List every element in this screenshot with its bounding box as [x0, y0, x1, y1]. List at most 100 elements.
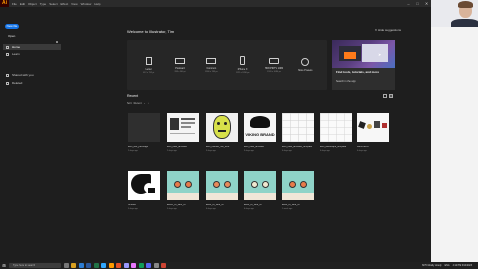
- recent-file[interactable]: Edits_AI_face_AI 6 days ago: [206, 171, 238, 216]
- trash-icon: [6, 81, 9, 85]
- recent-file[interactable]: Edits_AI_face_AI 6 days ago: [244, 171, 276, 216]
- preset-postcard[interactable]: Postcard 288 x 560 pt: [169, 57, 191, 73]
- recent-file[interactable]: Editor_AI_face_AI 5 days ago: [167, 171, 199, 216]
- promo-link[interactable]: Search in the app: [336, 80, 356, 83]
- edge-icon[interactable]: [78, 263, 84, 268]
- view-toggle: [383, 94, 393, 98]
- recent-file[interactable]: ai00_celeste_mill_time 3 days ago: [206, 113, 238, 158]
- photoshop-icon[interactable]: [101, 263, 106, 268]
- hide-suggestions-button[interactable]: ✕ Hide suggestions: [375, 28, 401, 32]
- more-icon: [301, 57, 310, 66]
- file-thumbnail: [206, 171, 238, 200]
- menu-bar: Ai File Edit Object Type Select Effect V…: [0, 0, 431, 7]
- sidebar-item-home[interactable]: Home: [3, 44, 61, 50]
- screen-icon: [206, 57, 217, 64]
- person-body: [451, 19, 478, 27]
- file-thumbnail: VIKING BRAND: [244, 113, 276, 142]
- app-icon[interactable]: [161, 263, 166, 268]
- home-content: Welcome to Illustrator, Tim ✕ Hide sugge…: [64, 7, 431, 262]
- sidebar: New file Open Home Learn Shared with you…: [0, 7, 64, 262]
- phone-icon: [240, 56, 246, 65]
- recent-file[interactable]: ai00_utah_artboard 2 days ago: [167, 113, 199, 158]
- weather-status[interactable]: 60°F Mostly cloudy: [422, 265, 441, 267]
- preset-iphone[interactable]: iPhone X 1125 x 2436 px: [232, 56, 254, 74]
- window-controls: – □ ✕: [404, 0, 431, 7]
- preset-hdtv[interactable]: HDV/HDTV 1080 1920 x 1080 px: [263, 57, 285, 73]
- app-icon[interactable]: [116, 263, 121, 268]
- file-thumbnail: [282, 171, 314, 200]
- welcome-title: Welcome to Illustrator, Tim: [127, 29, 175, 34]
- learn-icon: [6, 52, 9, 56]
- recent-file[interactable]: WESTERN 4 days ago: [357, 113, 389, 158]
- illustrator-taskbar-icon[interactable]: [108, 263, 114, 268]
- illustrator-logo: Ai: [0, 0, 9, 7]
- postcard-icon: [174, 57, 185, 64]
- menu-object[interactable]: Object: [28, 2, 37, 6]
- clock[interactable]: 4:12 PM 6/14/2023: [453, 265, 472, 267]
- file-thumbnail: [167, 113, 199, 142]
- sidebar-item-label: Learn: [12, 52, 20, 56]
- sidebar-item-label: Deleted: [12, 81, 23, 85]
- sidebar-item-shared[interactable]: Shared with you: [3, 72, 61, 78]
- file-thumbnail: [167, 171, 199, 200]
- menu-file[interactable]: File: [12, 2, 17, 6]
- chrome-icon[interactable]: [138, 263, 144, 268]
- sort-label: Sort: [127, 102, 132, 105]
- recent-file[interactable]: ai00_utah_artboard_template 4 days ago: [282, 113, 314, 158]
- file-thumbnail: [128, 171, 160, 200]
- maximize-button[interactable]: □: [413, 0, 422, 7]
- sidebar-item-label: Shared with you: [12, 73, 34, 77]
- recent-file[interactable]: ai00_test_pdfimage 2 days ago: [128, 113, 160, 158]
- illustrator-window: Ai File Edit Object Type Select Effect V…: [0, 0, 431, 262]
- app-icon[interactable]: [131, 263, 136, 268]
- close-button[interactable]: ✕: [422, 0, 431, 7]
- file-explorer-icon[interactable]: [71, 263, 76, 268]
- file-thumbnail: [282, 113, 314, 142]
- menu-effect[interactable]: Effect: [61, 2, 69, 6]
- menu-help[interactable]: Help: [94, 2, 100, 6]
- person-hair: [458, 1, 473, 8]
- file-thumbnail: [357, 113, 389, 142]
- sidebar-item-label: Home: [12, 45, 21, 49]
- recent-file[interactable]: Untitled 5 days ago: [128, 171, 160, 216]
- windows-start-icon[interactable]: ⊞: [0, 262, 8, 269]
- file-thumbnail: [244, 171, 276, 200]
- promo-image: ➤: [332, 40, 395, 68]
- promo-card[interactable]: ➤ Find tools, tutorials, and more Search…: [332, 40, 395, 90]
- sidebar-item-learn[interactable]: Learn: [3, 51, 61, 57]
- menu-type[interactable]: Type: [40, 2, 47, 6]
- sort-control[interactable]: Sort Recent ⌄ ↓: [127, 102, 149, 105]
- recent-file[interactable]: ai00_landscape_template 4 days ago: [320, 113, 352, 158]
- minimize-button[interactable]: –: [404, 0, 413, 7]
- app-icon[interactable]: [123, 263, 129, 268]
- app-icon[interactable]: [153, 263, 159, 268]
- file-thumbnail: [206, 113, 238, 142]
- menu-view[interactable]: View: [71, 2, 77, 6]
- list-view-icon[interactable]: [383, 94, 387, 98]
- word-icon[interactable]: [86, 263, 91, 268]
- recent-file[interactable]: VIKING BRAND ai00_utah_artboard 3 days a…: [244, 113, 276, 158]
- shared-icon: [6, 73, 9, 77]
- excel-icon[interactable]: [93, 263, 99, 268]
- promo-title: Find tools, tutorials, and more: [336, 70, 380, 74]
- preset-letter[interactable]: Letter 612 x 792 pt: [138, 56, 160, 74]
- taskbar-search-input[interactable]: Type here to search: [9, 263, 61, 268]
- menu-window[interactable]: Window: [81, 2, 92, 6]
- menu-edit[interactable]: Edit: [20, 2, 25, 6]
- sidebar-item-deleted[interactable]: Deleted: [3, 80, 61, 86]
- sort-value[interactable]: Recent: [134, 102, 142, 105]
- open-button[interactable]: Open: [8, 34, 15, 38]
- language-indicator[interactable]: ENG: [445, 265, 450, 267]
- document-icon: [145, 56, 152, 65]
- grid-view-icon[interactable]: [389, 94, 393, 98]
- chevron-down-icon: ⌄: [143, 102, 146, 105]
- task-view-icon[interactable]: [63, 263, 69, 268]
- recent-file[interactable]: Edits_AI_face_AI 1 week ago: [282, 171, 314, 216]
- new-file-button[interactable]: New file: [5, 24, 19, 29]
- app-icon[interactable]: [146, 263, 151, 268]
- sort-direction-icon[interactable]: ↓: [148, 102, 149, 105]
- menu-select[interactable]: Select: [49, 2, 57, 6]
- preset-common[interactable]: Common 1366 x 768 px: [200, 57, 222, 73]
- file-thumbnail: [128, 113, 160, 142]
- preset-more[interactable]: More Presets: [294, 57, 316, 73]
